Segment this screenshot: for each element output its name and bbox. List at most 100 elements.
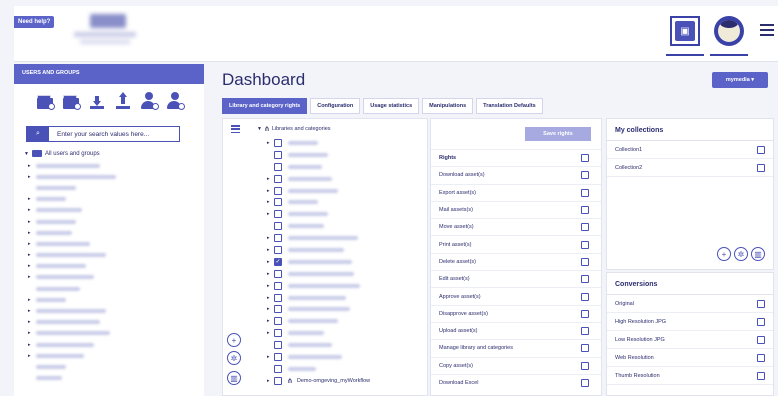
- tree-row[interactable]: ▸: [28, 250, 116, 261]
- hamburger-icon[interactable]: [760, 24, 774, 36]
- category-checkbox[interactable]: [274, 329, 282, 338]
- category-row[interactable]: ▸: [267, 185, 370, 197]
- tab-usage-statistics[interactable]: Usage statistics: [363, 98, 420, 114]
- right-checkbox[interactable]: [581, 206, 589, 215]
- category-row[interactable]: ▸: [267, 303, 370, 315]
- tree-row[interactable]: ▸: [28, 160, 116, 171]
- conversion-checkbox[interactable]: [757, 299, 765, 308]
- category-row[interactable]: ▸: [267, 351, 370, 363]
- category-row[interactable]: [267, 363, 370, 375]
- category-row[interactable]: ▸: [267, 280, 370, 292]
- category-row[interactable]: ▸: [267, 208, 370, 220]
- right-checkbox[interactable]: [581, 171, 589, 180]
- category-checkbox[interactable]: [274, 352, 282, 361]
- category-row[interactable]: ▸: [267, 292, 370, 304]
- right-checkbox[interactable]: [581, 379, 589, 387]
- category-row[interactable]: ▸: [267, 268, 370, 280]
- upload-icon[interactable]: [114, 92, 132, 110]
- category-checkbox[interactable]: [274, 269, 282, 278]
- user-menu-button[interactable]: mymedia ▾: [712, 72, 768, 88]
- tree-row[interactable]: ▸: [28, 294, 116, 305]
- tree-row[interactable]: ▸: [28, 305, 116, 316]
- select-all-checkbox[interactable]: [581, 154, 589, 163]
- right-checkbox[interactable]: [581, 275, 589, 284]
- media-library-button[interactable]: ▣: [670, 16, 700, 46]
- right-checkbox[interactable]: [581, 344, 589, 353]
- category-row[interactable]: ▸: [267, 315, 370, 327]
- tab-manipulations[interactable]: Manipulations: [422, 98, 474, 114]
- category-checkbox[interactable]: [274, 234, 282, 243]
- category-checkbox[interactable]: [274, 245, 282, 254]
- conversion-checkbox[interactable]: [757, 353, 765, 362]
- tree-root[interactable]: ▼ All users and groups: [24, 150, 100, 157]
- tree-row[interactable]: ▸: [28, 227, 116, 238]
- delete-icon[interactable]: ▥: [751, 247, 765, 261]
- tree-row[interactable]: ▸: [28, 317, 116, 328]
- expand-icon[interactable]: ▼: [257, 126, 262, 132]
- category-checkbox[interactable]: [274, 222, 282, 231]
- category-checkbox[interactable]: [274, 150, 282, 159]
- tree-row[interactable]: ▸: [28, 350, 116, 361]
- conversion-checkbox[interactable]: [757, 371, 765, 380]
- search-icon[interactable]: ⌕: [27, 127, 49, 141]
- category-checkbox[interactable]: [274, 341, 282, 350]
- tree-row[interactable]: ▸: [28, 272, 116, 283]
- category-checkbox[interactable]: [274, 281, 282, 290]
- tree-row[interactable]: [28, 361, 116, 372]
- conversion-checkbox[interactable]: [757, 317, 765, 326]
- category-checkbox[interactable]: [274, 138, 282, 147]
- category-checkbox[interactable]: [274, 364, 282, 373]
- tab-library-rights[interactable]: Library and category rights: [222, 98, 308, 114]
- tree-row[interactable]: ▸: [28, 238, 116, 249]
- category-row[interactable]: [267, 220, 370, 232]
- category-row[interactable]: [267, 339, 370, 351]
- right-checkbox[interactable]: [581, 257, 589, 266]
- category-checkbox[interactable]: [274, 186, 282, 195]
- right-checkbox[interactable]: [581, 361, 589, 370]
- settings-icon[interactable]: ✲: [227, 351, 241, 365]
- add-user-icon[interactable]: [140, 92, 159, 110]
- tree-row[interactable]: ▸: [28, 216, 116, 227]
- right-checkbox[interactable]: [581, 240, 589, 249]
- tree-row[interactable]: [28, 373, 116, 384]
- remove-user-icon[interactable]: [166, 92, 185, 110]
- right-checkbox[interactable]: [581, 309, 589, 318]
- tree-row[interactable]: ▸: [28, 328, 116, 339]
- category-checkbox[interactable]: [274, 162, 282, 171]
- tree-row[interactable]: ▸: [28, 261, 116, 272]
- collection-checkbox[interactable]: [757, 145, 765, 154]
- collection-checkbox[interactable]: [757, 163, 765, 172]
- libraries-tree-header[interactable]: ▼ ⋔ Libraries and categories: [257, 125, 331, 133]
- category-row[interactable]: ▸: [267, 232, 370, 244]
- tree-row[interactable]: ▸: [28, 194, 116, 205]
- avatar[interactable]: [714, 16, 744, 46]
- list-icon[interactable]: [231, 125, 240, 133]
- download-icon[interactable]: [88, 92, 106, 110]
- help-button[interactable]: Need help?: [14, 16, 55, 28]
- right-checkbox[interactable]: [581, 223, 589, 232]
- right-checkbox[interactable]: [581, 292, 589, 301]
- category-row[interactable]: [267, 161, 370, 173]
- tab-configuration[interactable]: Configuration: [310, 98, 361, 114]
- conversion-checkbox[interactable]: [757, 335, 765, 344]
- tree-row[interactable]: ▸: [28, 205, 116, 216]
- add-collection-button[interactable]: +: [717, 247, 731, 261]
- category-row[interactable]: ▸: [267, 173, 370, 185]
- save-rights-button[interactable]: Save rights: [525, 127, 591, 141]
- delete-icon[interactable]: ▥: [227, 371, 241, 385]
- category-checkbox[interactable]: [274, 317, 282, 326]
- category-row[interactable]: ▸: [267, 244, 370, 256]
- remove-folder-icon[interactable]: [62, 92, 81, 110]
- expand-icon[interactable]: ▼: [24, 151, 29, 157]
- tree-row[interactable]: ▸: [28, 339, 116, 350]
- category-row[interactable]: ▸: [267, 196, 370, 208]
- add-folder-icon[interactable]: [36, 92, 55, 110]
- category-checkbox[interactable]: [274, 198, 282, 207]
- category-checkbox[interactable]: [274, 376, 282, 385]
- category-row[interactable]: ▸: [267, 327, 370, 339]
- category-row[interactable]: ▸ ⋔ Demo-omgeving_myWorkflow: [267, 375, 370, 387]
- right-checkbox[interactable]: [581, 188, 589, 197]
- tab-translation-defaults[interactable]: Translation Defaults: [476, 98, 543, 114]
- tree-row[interactable]: ▸: [28, 171, 116, 182]
- tree-row[interactable]: [28, 182, 116, 193]
